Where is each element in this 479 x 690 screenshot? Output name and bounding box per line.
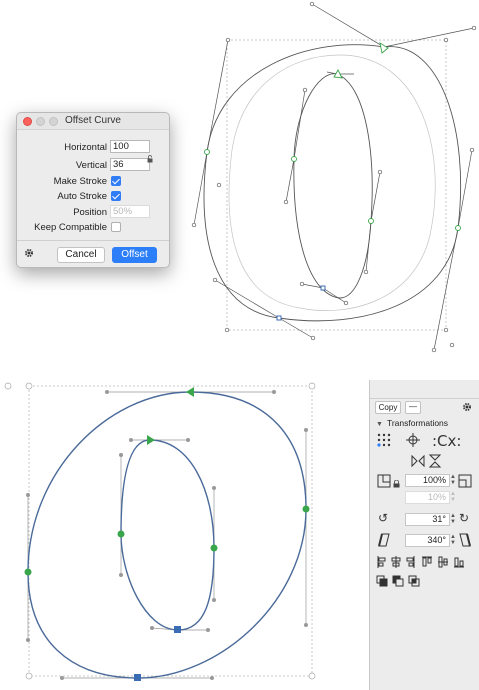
- scale-stepper[interactable]: ▲ ▼: [450, 474, 456, 486]
- rotate-right-icon[interactable]: ↻: [459, 511, 469, 525]
- scale-secondary-input[interactable]: 10%: [405, 491, 450, 504]
- lower-nodes[interactable]: [24, 387, 310, 576]
- transformations-palette: Copy — ▼ Transformations :Cx: 100% ▲ ▼ 10%…: [369, 380, 479, 690]
- lower-bounding-box: [28, 385, 313, 677]
- lower-bbox-corners[interactable]: [4, 382, 316, 680]
- mirror-vertical-icon[interactable]: [428, 454, 442, 468]
- cancel-button[interactable]: Cancel: [57, 247, 105, 263]
- horizontal-label: Horizontal: [64, 142, 107, 153]
- boolean-icons-row[interactable]: [376, 575, 426, 589]
- upper-glyph-preview: [191, 1, 477, 353]
- scale-input[interactable]: 100%: [405, 474, 450, 487]
- keep-compatible-label: Keep Compatible: [34, 222, 107, 233]
- slant-left-icon[interactable]: [377, 533, 391, 547]
- dialog-title: Offset Curve: [65, 115, 121, 126]
- palette-gear-icon[interactable]: [462, 402, 472, 412]
- vertical-label: Vertical: [75, 160, 107, 171]
- origin-grid-icon[interactable]: [377, 433, 391, 447]
- align-icons-row[interactable]: [376, 555, 476, 569]
- lower-handles: [27, 391, 307, 679]
- upper-offset-guide: [228, 54, 436, 311]
- lower-handle-points[interactable]: [26, 390, 308, 680]
- upper-inner-start-node[interactable]: [320, 285, 326, 291]
- upper-handle-points[interactable]: [191, 1, 477, 353]
- rotate-input[interactable]: 31°: [405, 513, 450, 526]
- scale-lock-icon[interactable]: [393, 480, 401, 488]
- offset-curve-dialog: Offset Curve Horizontal 100 Vertical 36 …: [16, 112, 170, 268]
- paste-button[interactable]: —: [405, 401, 421, 414]
- make-stroke-checkbox[interactable]: [111, 176, 121, 186]
- slant-right-icon[interactable]: [458, 533, 472, 547]
- custom-origin-icon[interactable]: :Cx:: [432, 432, 461, 450]
- keep-compatible-checkbox[interactable]: [111, 222, 121, 232]
- upper-inner-path: [293, 73, 373, 299]
- lock-icon[interactable]: [147, 155, 155, 163]
- lower-inner-start-node[interactable]: [174, 626, 181, 633]
- disclosure-triangle-icon[interactable]: ▼: [376, 421, 383, 428]
- vertical-input[interactable]: 36: [110, 158, 150, 171]
- transformations-section-header[interactable]: ▼ Transformations: [376, 418, 448, 428]
- copy-button[interactable]: Copy: [375, 401, 401, 414]
- lower-glyph: [4, 382, 316, 681]
- slant-input[interactable]: 340°: [405, 534, 450, 547]
- slant-stepper[interactable]: ▲ ▼: [450, 534, 456, 546]
- offset-button[interactable]: Offset: [112, 247, 157, 263]
- scale-up-icon[interactable]: [458, 474, 472, 488]
- upper-outer-path: [203, 44, 462, 322]
- auto-stroke-checkbox[interactable]: [111, 191, 121, 201]
- scale-down-icon[interactable]: [377, 474, 391, 488]
- make-stroke-label: Make Stroke: [53, 176, 107, 187]
- horizontal-input[interactable]: 100: [110, 140, 150, 153]
- transformations-title: Transformations: [386, 418, 449, 428]
- scale-secondary-stepper[interactable]: ▲ ▼: [450, 491, 456, 503]
- dialog-titlebar[interactable]: Offset Curve: [17, 113, 169, 130]
- upper-nodes[interactable]: [204, 42, 461, 231]
- dialog-divider: [17, 240, 169, 241]
- lower-outer-path: [27, 391, 307, 679]
- crosshair-icon[interactable]: [406, 433, 420, 447]
- upper-start-node[interactable]: [276, 315, 282, 321]
- position-label: Position: [73, 207, 107, 218]
- rotate-left-icon[interactable]: ↺: [378, 511, 388, 525]
- lower-start-node[interactable]: [134, 674, 141, 681]
- gear-icon[interactable]: [24, 248, 34, 258]
- position-input[interactable]: 50%: [110, 205, 150, 218]
- palette-toolbar: [370, 380, 479, 399]
- upper-bounding-box: [226, 39, 447, 331]
- mirror-horizontal-icon[interactable]: [411, 454, 425, 468]
- lower-inner-path: [120, 439, 215, 631]
- rotate-stepper[interactable]: ▲ ▼: [450, 513, 456, 525]
- auto-stroke-label: Auto Stroke: [57, 191, 107, 202]
